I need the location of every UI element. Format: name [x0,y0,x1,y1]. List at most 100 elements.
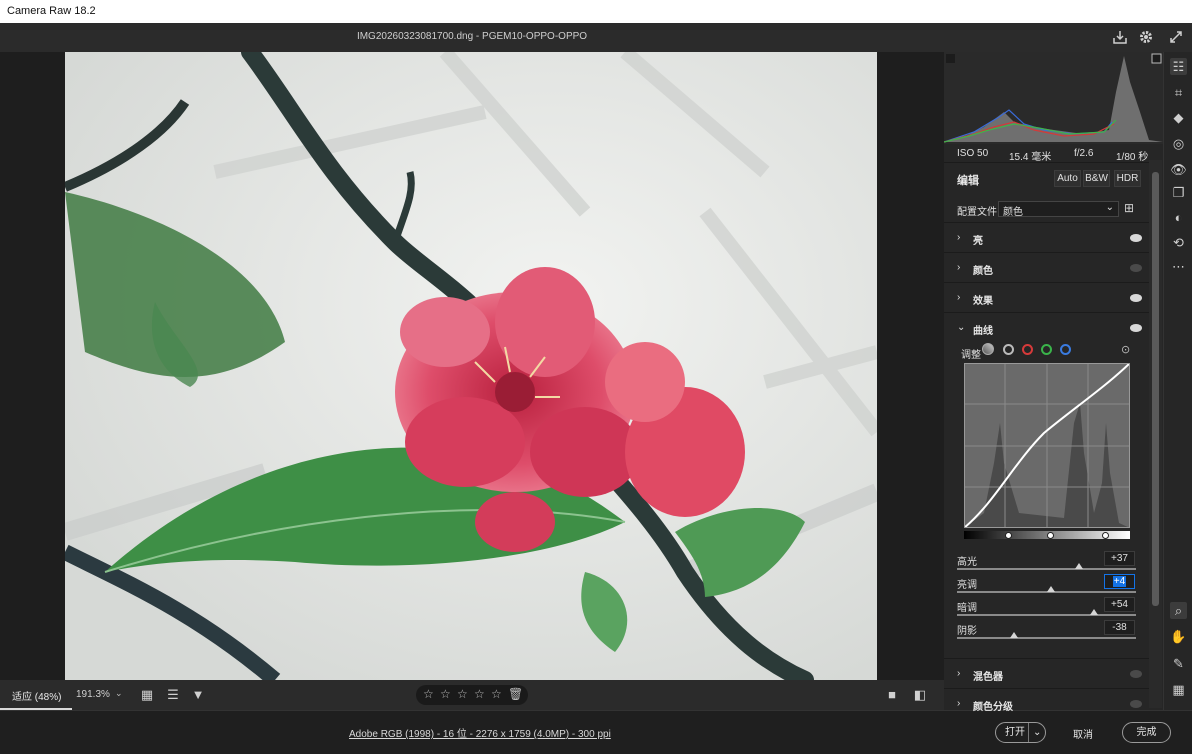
slider-track[interactable] [957,637,1136,639]
crop-square-icon[interactable]: ■ [883,687,901,703]
chevron-right-icon: › [957,262,961,273]
footer: Adobe RGB (1998) - 16 位 - 2276 x 1759 (4… [0,710,1192,754]
before-after-icon[interactable]: ◧ [911,687,929,703]
fullscreen-icon[interactable] [1168,29,1184,45]
chevron-down-icon: ⌄ [1105,202,1114,213]
save-icon[interactable] [1112,29,1128,45]
target-adjust-icon[interactable]: ⊙ [1121,343,1130,356]
auto-button[interactable]: Auto [1054,170,1081,187]
section-light[interactable]: › 亮 [944,222,1150,252]
more-icon[interactable]: ⋯ [1170,258,1187,275]
slider-thumb[interactable] [1075,563,1083,569]
eyedropper-icon[interactable]: ✎ [1170,655,1187,672]
tone-curve-graph[interactable] [963,362,1131,529]
point-curve-white-icon[interactable] [1003,344,1014,355]
curve-adjust-label: 调整 [961,350,981,361]
eraser-icon[interactable]: ◆ [1170,109,1187,126]
eye-icon[interactable] [1130,324,1142,332]
section-mixer-title: 混色器 [973,672,1003,683]
section-effects[interactable]: › 效果 [944,282,1150,312]
panel-scrollbar[interactable] [1149,160,1162,708]
chevron-right-icon: › [957,292,961,303]
point-curve-red-icon[interactable] [1022,344,1033,355]
eye-icon[interactable] [1130,670,1142,678]
slider-shadows[interactable]: 阴影 -38 [944,620,1150,644]
zoom-icon[interactable]: ⌕ [1170,602,1187,619]
split-handle-mid[interactable] [1047,532,1054,539]
slider-value-input[interactable]: +4 [1104,574,1135,589]
slider-track[interactable] [957,568,1136,570]
gear-icon[interactable] [1138,29,1154,45]
eye-icon[interactable] [1130,700,1142,708]
star-icon[interactable]: ☆ [474,687,491,701]
slider-track[interactable] [957,614,1136,616]
split-handle-light[interactable] [1102,532,1109,539]
parametric-curve-icon[interactable] [982,343,994,355]
section-grading[interactable]: › 颜色分级 [944,688,1150,713]
slider-value-input[interactable]: -38 [1104,620,1135,635]
slider-highlights[interactable]: 高光 +37 [944,551,1150,575]
slider-lights[interactable]: 亮调 +4 [944,574,1150,598]
mask-icon[interactable]: ◎ [1170,135,1187,152]
edit-panel: ISO 50 15.4 毫米 f/2.6 1/80 秒 编辑 Auto B&W … [943,52,1163,713]
star-icon[interactable]: ☆ [423,687,440,701]
slider-thumb[interactable] [1010,632,1018,638]
hdr-button[interactable]: HDR [1114,170,1141,187]
top-bar: IMG20260323081700.dng - PGEM10-OPPO-OPPO [0,23,1192,52]
chevron-down-icon[interactable]: ⌄ [115,688,127,699]
exif-iso: ISO 50 [957,148,989,159]
slider-thumb[interactable] [1090,609,1098,615]
chevron-right-icon: › [957,668,961,679]
point-curve-green-icon[interactable] [1041,344,1052,355]
star-icon[interactable]: ☆ [491,687,508,701]
star-icon[interactable]: ☆ [440,687,457,701]
snapshots-icon[interactable]: ❐ [1170,184,1187,201]
sync-icon[interactable]: ⟲ [1170,234,1187,251]
edit-sliders-icon[interactable]: ☷ [1170,58,1187,75]
section-grading-title: 颜色分级 [973,702,1013,713]
exif-focal: 15.4 毫米 [1009,152,1052,163]
profile-value: 颜色 [1003,207,1023,218]
hand-icon[interactable]: ✋ [1170,628,1187,645]
slider-value-input[interactable]: +37 [1104,551,1135,566]
star-icon[interactable]: ☆ [457,687,474,701]
profile-browser-icon[interactable]: ⊞ [1124,201,1138,215]
point-curve-blue-icon[interactable] [1060,344,1071,355]
slider-value-input[interactable]: +54 [1104,597,1135,612]
slider-darks[interactable]: 暗调 +54 [944,597,1150,621]
grid-icon[interactable]: ▦ [1170,681,1187,698]
profile-select[interactable]: 颜色 ⌄ [998,201,1119,218]
slider-thumb[interactable] [1047,586,1055,592]
histogram [943,52,1163,144]
crop-icon[interactable]: ⌗ [1170,84,1187,101]
section-color[interactable]: › 颜色 [944,252,1150,282]
done-button[interactable]: 完成 [1122,722,1171,743]
section-curve-title[interactable]: 曲线 [973,322,993,337]
eye-icon[interactable] [1130,294,1142,302]
section-mixer[interactable]: › 混色器 [944,658,1150,688]
sort-icon[interactable]: ☰ [164,687,182,703]
scrollbar-thumb[interactable] [1152,172,1159,606]
image-info-link[interactable]: Adobe RGB (1998) - 16 位 - 2276 x 1759 (4… [349,725,611,740]
eye-icon[interactable] [1130,234,1142,242]
cancel-button[interactable]: 取消 [1073,726,1093,741]
chevron-right-icon: › [957,698,961,709]
presets-icon[interactable]: ◐ [1170,209,1187,226]
slider-value-selected: +4 [1112,576,1127,587]
eye-icon[interactable] [1130,264,1142,272]
chevron-down-icon[interactable]: ⌄ [1028,723,1041,742]
zoom-fit-button[interactable]: 适应 (48%) [0,680,72,710]
trash-icon[interactable]: 🗑 [508,687,525,701]
bw-button[interactable]: B&W [1083,170,1110,187]
rating-stars[interactable]: ☆ ☆ ☆ ☆ ☆ 🗑 [416,685,528,705]
split-handle-dark[interactable] [1005,532,1012,539]
slider-label: 暗调 [957,603,977,614]
filmstrip-icon[interactable]: ▦ [138,687,156,703]
open-button[interactable]: 打开 ⌄ [995,722,1046,743]
filter-icon[interactable]: ▼ [189,687,207,703]
chevron-down-icon[interactable]: ⌄ [957,322,965,333]
photo-preview[interactable] [65,52,877,680]
section-light-title: 亮 [973,236,983,247]
redeye-icon[interactable]: 👁 [1170,161,1187,178]
zoom-value[interactable]: 191.3% [76,689,110,700]
